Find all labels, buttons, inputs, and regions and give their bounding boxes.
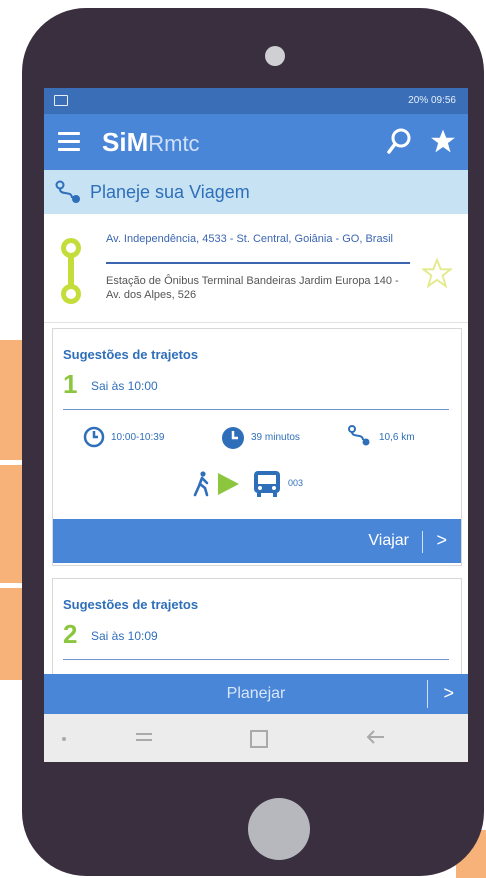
app-logo: SiMRmtc <box>102 127 200 158</box>
trip-info-row: 10:00-10:39 39 minutos 10,6 km <box>83 424 443 454</box>
notification-icon <box>54 95 68 106</box>
route-box: Av. Independência, 4533 - St. Central, G… <box>44 214 468 323</box>
route-distance-icon <box>348 425 370 446</box>
play-arrow-icon <box>218 473 239 495</box>
destination-field[interactable]: Estação de Ônibus Terminal Bandeiras Jar… <box>106 274 406 302</box>
planejar-button[interactable]: Planejar > <box>44 674 468 714</box>
phone-screen: 20% 09:56 SiMRmtc Planeje sua Viagem Av.… <box>44 88 468 762</box>
clock-outline-icon <box>83 426 105 448</box>
card-divider <box>63 409 449 410</box>
logo-suffix: Rmtc <box>148 131 200 156</box>
logo-brand: SiM <box>102 127 149 157</box>
camera-dot <box>265 46 285 66</box>
duration: 39 minutos <box>251 432 300 443</box>
planejar-separator <box>427 680 428 708</box>
route-icon <box>55 180 80 203</box>
planejar-arrow-icon: > <box>443 683 454 703</box>
walk-icon <box>193 471 209 497</box>
status-right: 20% 09:56 <box>408 95 456 106</box>
android-nav-bar <box>44 714 468 762</box>
card-title: Sugestões de trajetos <box>63 597 199 612</box>
origin-underline <box>106 262 410 264</box>
planejar-label: Planejar <box>226 685 286 702</box>
viajar-separator <box>422 531 423 553</box>
card-title: Sugestões de trajetos <box>63 347 199 362</box>
star-icon[interactable] <box>430 128 456 154</box>
search-icon[interactable] <box>386 127 412 157</box>
switch-apps-icon[interactable] <box>134 728 154 746</box>
time-range: 10:00-10:39 <box>111 432 165 443</box>
origin-marker <box>61 238 81 258</box>
bus-icon <box>254 471 280 497</box>
transport-modes: 003 <box>193 467 353 499</box>
suggestion-number: 2 <box>63 619 78 649</box>
card-divider <box>63 659 449 660</box>
menu-icon[interactable] <box>58 132 80 151</box>
home-button[interactable] <box>248 798 310 860</box>
viajar-button[interactable]: Viajar > <box>53 519 461 563</box>
favorite-star-icon[interactable] <box>422 258 452 288</box>
app-bar: SiMRmtc <box>44 114 468 170</box>
suggestion-card-1[interactable]: Sugestões de trajetos 1 Sai às 10:00 10:… <box>52 328 462 566</box>
viajar-label: Viajar <box>368 532 409 549</box>
nav-dot-icon <box>62 737 66 741</box>
plan-title: Planeje sua Viagem <box>90 182 250 202</box>
origin-field[interactable]: Av. Independência, 4533 - St. Central, G… <box>106 232 406 246</box>
clock-filled-icon <box>222 427 244 449</box>
destination-marker <box>61 284 81 304</box>
nav-back-icon[interactable] <box>366 728 386 746</box>
plan-header: Planeje sua Viagem <box>44 170 468 214</box>
distance: 10,6 km <box>379 432 415 443</box>
suggestion-number: 1 <box>63 369 78 399</box>
status-bar: 20% 09:56 <box>44 88 468 114</box>
nav-home-icon[interactable] <box>250 730 268 748</box>
depart-time: Sai às 10:00 <box>91 379 158 393</box>
bus-line-number: 003 <box>288 478 304 488</box>
depart-time: Sai às 10:09 <box>91 629 158 643</box>
viajar-arrow-icon: > <box>436 530 447 550</box>
